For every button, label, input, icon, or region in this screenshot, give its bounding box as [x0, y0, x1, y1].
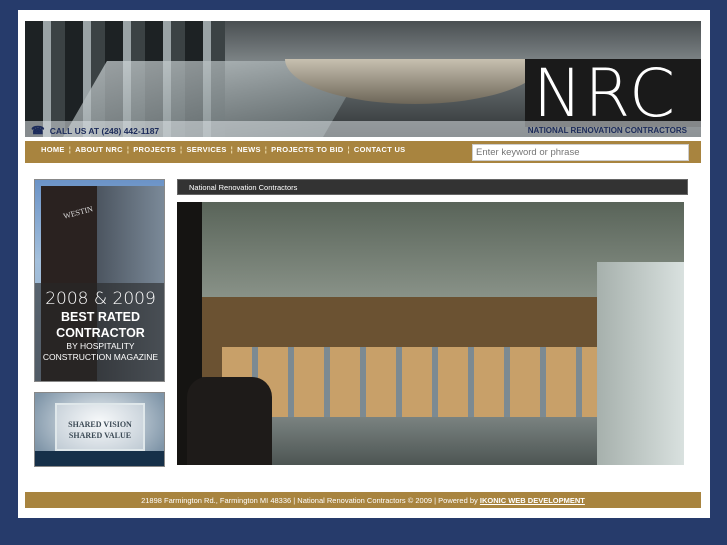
award-overlay: 2008 & 2009 BEST RATED CONTRACTOR BY HOS… [35, 283, 164, 381]
footer: 21898 Farmington Rd., Farmington MI 4833… [25, 492, 701, 508]
main-nav: HOME ABOUT NRC PROJECTS SERVICES NEWS PR… [25, 141, 701, 163]
nav-about-nrc[interactable]: ABOUT NRC [65, 145, 123, 154]
award-source-2: CONSTRUCTION MAGAZINE [42, 352, 159, 362]
award-banner[interactable]: WESTIN 2008 & 2009 BEST RATED CONTRACTOR… [34, 179, 165, 382]
nav-news[interactable]: NEWS [227, 145, 261, 154]
content-title: National Renovation Contractors [177, 179, 688, 195]
nav-projects[interactable]: PROJECTS [123, 145, 176, 154]
photo-front-desk [222, 347, 602, 417]
award-source-1: BY HOSPITALITY [66, 341, 135, 351]
nav-contact-us[interactable]: CONTACT US [343, 145, 405, 154]
award-title-1: BEST RATED [61, 310, 140, 324]
glass-plaque: SHARED VISION SHARED VALUE [55, 403, 145, 451]
footer-text: 21898 Farmington Rd., Farmington MI 4833… [141, 496, 480, 505]
photo-chair [187, 377, 272, 465]
vision-line-1: SHARED VISION [68, 420, 132, 429]
call-label: CALL US AT (248) 442-1187 [49, 125, 160, 136]
header-banner: NRC ☎ CALL US AT (248) 442-1187 NATIONAL … [25, 21, 701, 137]
company-name: NATIONAL RENOVATION CONTRACTORS [527, 126, 687, 135]
award-years: 2008 & 2009 [45, 289, 156, 309]
shared-vision-banner[interactable]: SHARED VISION SHARED VALUE [34, 392, 165, 467]
nav-projects-to-bid[interactable]: PROJECTS TO BID [261, 145, 344, 154]
nav-services[interactable]: SERVICES [176, 145, 227, 154]
plaque-base [35, 451, 164, 466]
lobby-photo [177, 202, 684, 465]
phone-icon: ☎ [31, 125, 45, 137]
vision-line-2: SHARED VALUE [68, 431, 132, 440]
nav-home[interactable]: HOME [41, 145, 65, 154]
call-us: ☎ CALL US AT (248) 442-1187 [31, 124, 159, 137]
award-title-2: CONTRACTOR [56, 326, 145, 340]
search-input[interactable] [472, 144, 689, 161]
photo-window [597, 262, 684, 465]
ikonic-link[interactable]: IKONIC WEB DEVELOPMENT [480, 496, 585, 505]
